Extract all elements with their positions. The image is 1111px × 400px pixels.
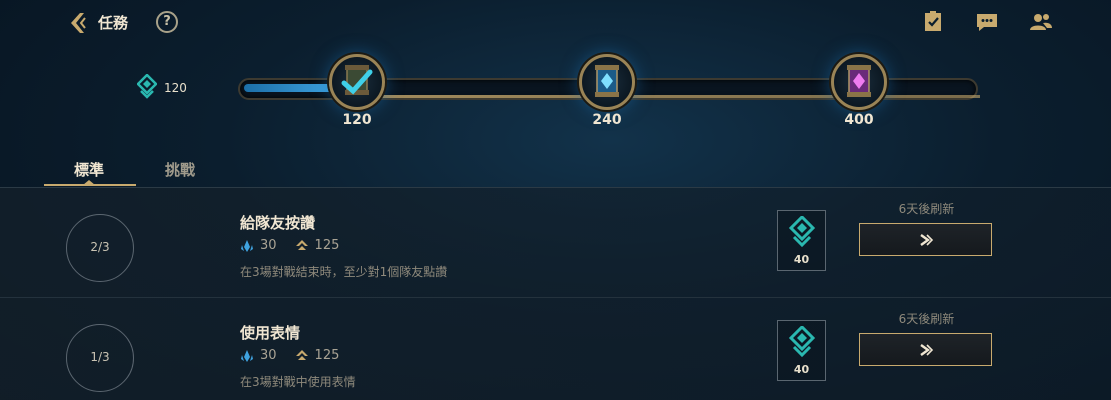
milestone-value-3: 400: [844, 112, 874, 128]
checklist-icon[interactable]: [921, 11, 945, 33]
token-reward-value: 40: [793, 253, 810, 266]
token-icon: [789, 216, 815, 248]
token-currency-icon: [137, 74, 157, 99]
tab-active-caret: [83, 180, 95, 185]
purple-chest-icon: [847, 65, 871, 97]
mission-description: 在3場對戰結束時，至少對1個隊友點讚: [240, 265, 448, 279]
friends-icon[interactable]: [1029, 11, 1053, 33]
back-button[interactable]: [66, 10, 92, 36]
mission-reward-xp: 125: [314, 348, 340, 363]
mission-row: 1/3 使用表情 30 125 在3場對戰中使用表情 40 6天後刷新: [0, 298, 1111, 400]
mission-rewards: 30 125: [240, 238, 339, 253]
blue-essence-icon: [241, 239, 253, 252]
milestone-node-3[interactable]: [831, 54, 887, 110]
help-icon[interactable]: ?: [156, 11, 178, 33]
mission-progress: 2/3: [66, 214, 134, 282]
mission-reward-essence: 30: [260, 238, 277, 253]
milestone-value-1: 120: [342, 112, 372, 128]
refresh-timer: 6天後刷新: [898, 202, 955, 216]
mission-row: 2/3 給隊友按讚 30 125 在3場對戰結束時，至少對1個隊友點讚 40 6…: [0, 188, 1111, 298]
tab-challenge[interactable]: 挑戰: [165, 159, 195, 180]
milestone-node-2[interactable]: [579, 54, 635, 110]
xp-chevron-icon: [295, 349, 308, 360]
progress-fill: [244, 84, 339, 92]
mission-title: 給隊友按讚: [240, 214, 316, 232]
go-button[interactable]: [859, 223, 992, 256]
progress-track-trim: [380, 95, 980, 98]
chest-claimed-icon: [341, 65, 373, 95]
back-chevron-icon: [71, 13, 86, 33]
arrow-right-icon: [920, 234, 934, 246]
blue-chest-icon: [595, 65, 619, 97]
arrow-right-icon: [920, 344, 934, 356]
go-button[interactable]: [859, 333, 992, 366]
mission-rewards: 30 125: [240, 348, 339, 363]
mission-token-reward: 40: [777, 210, 826, 271]
mission-title: 使用表情: [240, 324, 301, 342]
mission-progress: 1/3: [66, 324, 134, 392]
mission-reward-essence: 30: [260, 348, 277, 363]
currency-amount: 120: [164, 81, 187, 95]
blue-essence-icon: [241, 349, 253, 362]
mission-description: 在3場對戰中使用表情: [240, 375, 356, 389]
milestone-node-1[interactable]: [329, 54, 385, 110]
token-icon: [789, 326, 815, 358]
mission-token-reward: 40: [777, 320, 826, 381]
tab-standard[interactable]: 標準: [74, 159, 104, 180]
page-title: 任務: [98, 14, 129, 32]
token-reward-value: 40: [793, 363, 810, 376]
mission-reward-xp: 125: [314, 238, 340, 253]
xp-chevron-icon: [295, 239, 308, 250]
refresh-timer: 6天後刷新: [898, 312, 955, 326]
milestone-value-2: 240: [592, 112, 622, 128]
chat-icon[interactable]: [975, 11, 999, 33]
